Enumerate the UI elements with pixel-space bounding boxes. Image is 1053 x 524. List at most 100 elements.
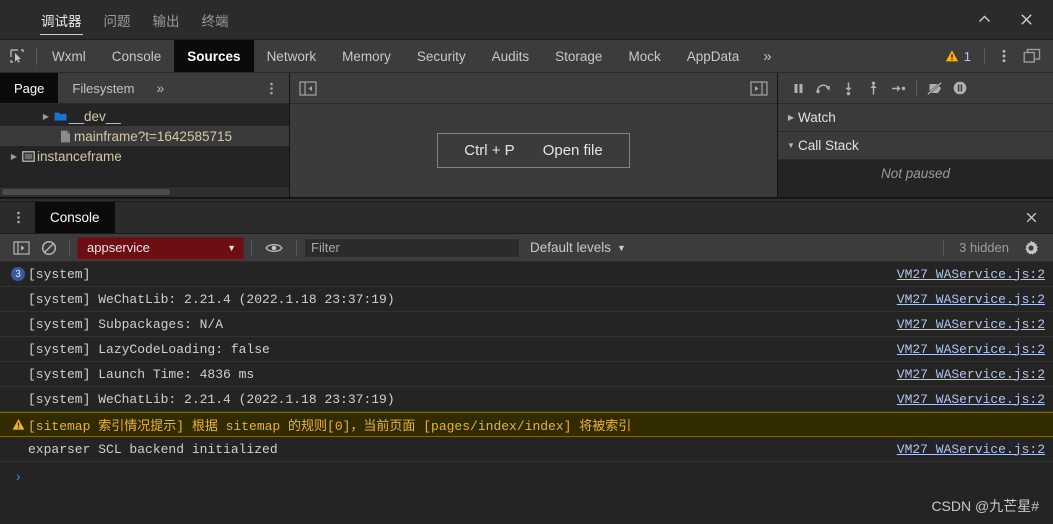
tab-label: Wxml [52,48,86,64]
console-message-source-link[interactable]: VM27 WAService.js:2 [887,367,1045,382]
ide-tab-output[interactable]: 输出 [142,0,191,39]
ide-tab-bar: 调试器 问题 输出 终端 [0,0,1053,40]
devtools-tab-list: Wxml Console Sources Network Memory Secu… [39,40,783,72]
dock-side-icon[interactable] [1019,43,1045,69]
console-messages: 3 [system] VM27 WAService.js:2 [system] … [0,262,1053,524]
console-message-source-link[interactable]: VM27 WAService.js:2 [887,267,1045,282]
tab-memory[interactable]: Memory [329,40,404,72]
tab-label: Mock [628,48,661,64]
clear-console-icon[interactable] [36,236,62,260]
warning-count: 1 [963,48,971,64]
warning-count-badge[interactable]: 1 [938,49,978,64]
navigator-tab-filesystem[interactable]: Filesystem [58,73,148,103]
navigator-tab-page[interactable]: Page [0,73,59,103]
devtools-tab-bar-right: 1 [938,40,1053,72]
divider [916,80,917,96]
frame-icon [20,150,37,162]
tab-storage[interactable]: Storage [542,40,615,72]
debugger-section-watch[interactable]: ▶ Watch [778,104,1053,132]
console-filter-placeholder: Filter [311,240,340,255]
tab-security[interactable]: Security [404,40,479,72]
divider [296,239,297,256]
navigator-more-options-icon[interactable] [254,73,289,103]
chevron-right-icon[interactable]: ▶ [8,152,20,161]
warning-triangle-icon [945,50,958,62]
tab-label: Security [416,48,466,64]
navigator-more-tabs-icon[interactable]: » [149,80,173,96]
console-hidden-count[interactable]: 3 hidden [949,240,1019,255]
more-tabs-icon[interactable]: » [752,40,782,72]
console-message-row-warning[interactable]: [sitemap 索引情况提示] 根据 sitemap 的规则[0]，当前页面 … [0,412,1053,437]
pause-icon[interactable] [786,76,810,100]
navigator-horizontal-scrollbar[interactable] [0,186,289,197]
console-message-source-link[interactable]: VM27 WAService.js:2 [887,442,1045,457]
devtools-tab-bar: Wxml Console Sources Network Memory Secu… [0,40,1053,73]
ide-tab-label: 输出 [152,13,180,29]
console-message-source-link[interactable]: VM27 WAService.js:2 [887,342,1045,357]
more-options-icon[interactable] [991,43,1017,69]
console-filter-input[interactable]: Filter [304,237,520,258]
window-controls [971,0,1053,39]
console-message-row[interactable]: [system] Launch Time: 4836 ms VM27 WASer… [0,362,1053,387]
tab-label: Memory [342,48,391,64]
console-message-row[interactable]: [system] WeChatLib: 2.21.4 (2022.1.18 23… [0,387,1053,412]
file-tree: ▶ __dev__ mainframe?t=1642585715 ▶ insta… [0,104,289,186]
console-message-row[interactable]: [system] LazyCodeLoading: false VM27 WAS… [0,337,1053,362]
chevron-down-icon[interactable]: ▼ [784,141,798,150]
pause-on-exceptions-icon[interactable] [948,76,972,100]
scrollbar-thumb[interactable] [2,189,170,195]
show-navigator-icon[interactable] [295,75,321,101]
show-debugger-icon[interactable] [746,75,772,101]
tab-audits[interactable]: Audits [479,40,543,72]
step-out-icon[interactable] [861,76,885,100]
console-message-row[interactable]: [system] Subpackages: N/A VM27 WAService… [0,312,1053,337]
console-message-source-link[interactable]: VM27 WAService.js:2 [887,292,1045,307]
console-log-levels-selector[interactable]: Default levels ▼ [522,240,634,255]
chevron-right-icon[interactable]: ▶ [40,112,52,121]
console-context-selector[interactable]: appservice ▼ [77,236,244,259]
tab-sources[interactable]: Sources [174,40,254,72]
chevron-right-icon[interactable]: ▶ [784,113,798,122]
step-icon[interactable] [886,76,910,100]
collapse-chevron-icon[interactable] [971,7,997,33]
console-message-row[interactable]: [system] WeChatLib: 2.21.4 (2022.1.18 23… [0,287,1053,312]
tab-network[interactable]: Network [254,40,330,72]
live-expression-icon[interactable] [259,236,289,260]
console-toolbar: appservice ▼ Filter Default levels ▼ 3 h… [0,234,1053,262]
console-settings-icon[interactable] [1019,236,1043,260]
ide-tab-terminal[interactable]: 终端 [191,0,240,39]
navigator-tab-label: Filesystem [72,80,135,96]
section-title: Call Stack [798,138,859,153]
divider [984,48,985,64]
close-icon[interactable] [1013,7,1039,33]
console-message-source-link[interactable]: VM27 WAService.js:2 [887,392,1045,407]
console-input-prompt[interactable]: › [0,462,1053,494]
console-message-source-link[interactable]: VM27 WAService.js:2 [887,317,1045,332]
tab-wxml[interactable]: Wxml [39,40,99,72]
open-file-hint[interactable]: Ctrl + P Open file [437,133,630,168]
step-over-icon[interactable] [811,76,835,100]
tab-console[interactable]: Console [99,40,175,72]
step-into-icon[interactable] [836,76,860,100]
tab-mock[interactable]: Mock [615,40,673,72]
ide-tab-debugger[interactable]: 调试器 [30,0,93,39]
tab-appdata[interactable]: AppData [674,40,753,72]
tree-item-label: mainframe?t=1642585715 [74,128,232,144]
inspect-element-icon[interactable] [0,40,34,72]
open-file-shortcut: Ctrl + P [464,142,515,159]
console-message-row[interactable]: exparser SCL backend initialized VM27 WA… [0,437,1053,462]
warning-triangle-icon [8,418,28,431]
deactivate-breakpoints-icon[interactable] [923,76,947,100]
close-drawer-icon[interactable] [1024,210,1053,225]
ide-tab-problems[interactable]: 问题 [93,0,142,39]
tree-item-dev[interactable]: ▶ __dev__ [0,106,289,126]
chevron-down-icon: ▼ [617,242,626,253]
tree-item-mainframe[interactable]: mainframe?t=1642585715 [0,126,289,146]
tree-item-instanceframe[interactable]: ▶ instanceframe [0,146,289,166]
console-sidebar-icon[interactable] [8,236,34,260]
console-message-row[interactable]: 3 [system] VM27 WAService.js:2 [0,262,1053,287]
drawer-tab-console[interactable]: Console [35,202,115,233]
editor-toolbar [290,73,777,104]
drawer-more-options-icon[interactable] [0,202,35,233]
debugger-section-call-stack[interactable]: ▼ Call Stack [778,132,1053,160]
